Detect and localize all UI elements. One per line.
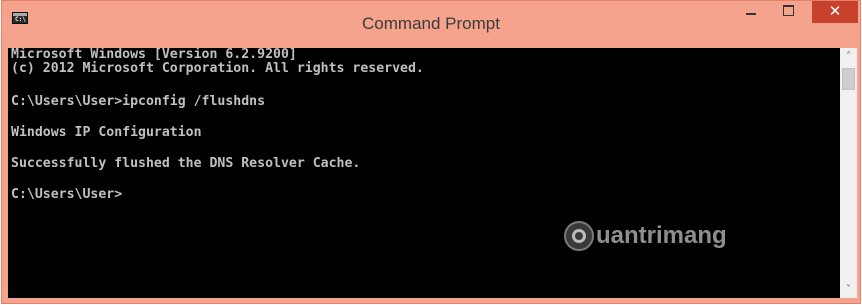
console-line: (c) 2012 Microsoft Corporation. All righ… xyxy=(11,61,424,76)
window-title: Command Prompt xyxy=(362,14,500,33)
command-prompt-window: C:\ Command Prompt ✕ Microsoft Windows [… xyxy=(1,0,861,304)
console-output[interactable]: Microsoft Windows [Version 6.2.9200] (c)… xyxy=(8,48,840,298)
scroll-thumb[interactable] xyxy=(842,68,855,90)
console-prompt: C:\Users\User> xyxy=(11,187,123,202)
console-line: Microsoft Windows [Version 6.2.9200] xyxy=(11,48,297,62)
vertical-scrollbar[interactable]: ˄ ˅ xyxy=(840,48,857,298)
minimize-icon xyxy=(746,13,756,15)
scroll-up-arrow-icon[interactable]: ˄ xyxy=(840,48,857,65)
console-line: Successfully flushed the DNS Resolver Ca… xyxy=(11,156,361,171)
watermark-text: uantrimang xyxy=(596,222,727,249)
close-icon: ✕ xyxy=(828,2,842,20)
watermark-logo-icon xyxy=(564,221,594,251)
minimize-button[interactable] xyxy=(738,1,764,21)
console-line: Windows IP Configuration xyxy=(11,125,202,140)
maximize-icon xyxy=(783,5,794,16)
title-bar[interactable]: C:\ Command Prompt ✕ xyxy=(2,1,860,48)
console-line: C:\Users\User>ipconfig /flushdns xyxy=(11,94,266,109)
scroll-down-arrow-icon[interactable]: ˅ xyxy=(840,281,857,298)
maximize-button[interactable] xyxy=(775,1,801,21)
close-button[interactable]: ✕ xyxy=(812,1,858,23)
